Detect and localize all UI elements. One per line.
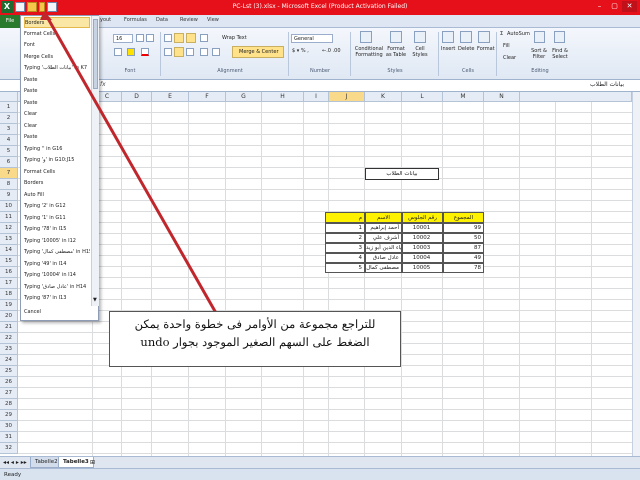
callout-line-2: الضغط على السهم الصغير الموجود بجوار und… (140, 335, 370, 349)
callout-line-1: للتراجع مجموعة من الأوامر فى خطوة واحدة … (134, 317, 376, 331)
instruction-callout: للتراجع مجموعة من الأوامر فى خطوة واحدة … (109, 311, 401, 367)
arrow-line (44, 14, 218, 314)
annotation-arrow (40, 11, 218, 314)
arrow-head (40, 11, 52, 20)
excel-window: X PC-Lst (3).xlsx - Microsoft Excel (Pro… (0, 0, 640, 480)
